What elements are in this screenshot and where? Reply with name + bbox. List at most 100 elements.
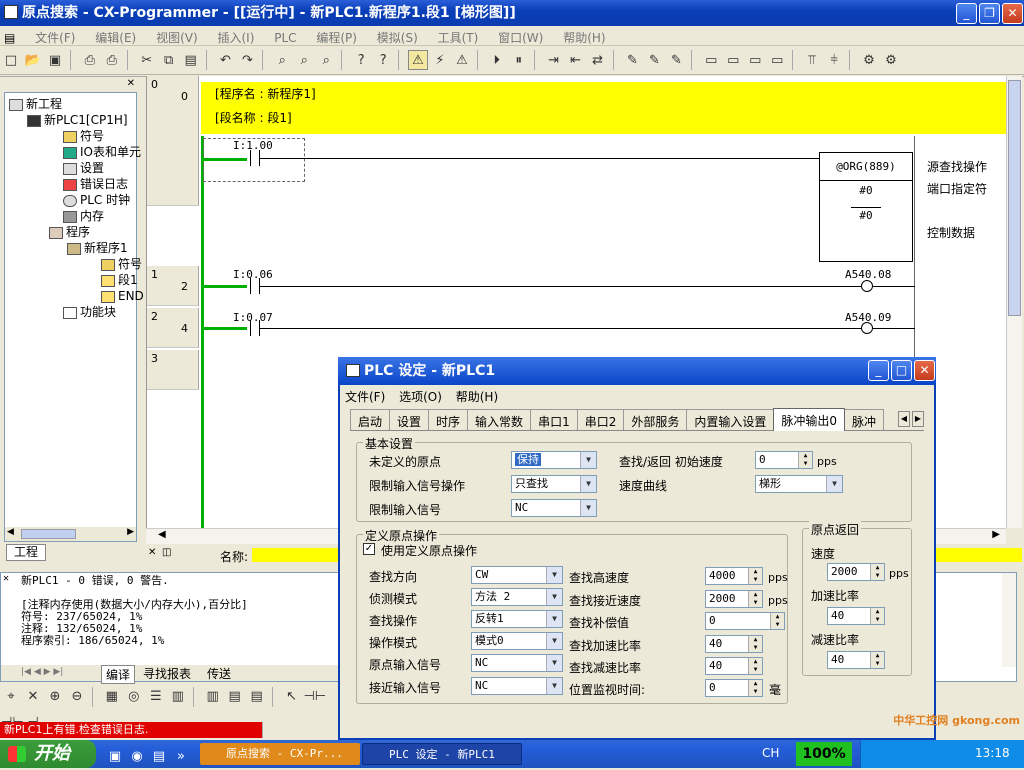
operation-mode-select[interactable]: 模式0 ▼ (471, 632, 563, 650)
close-icon[interactable]: ✕ (3, 573, 9, 584)
mode-debug-icon[interactable]: ▭ (723, 51, 743, 71)
tab-search-report[interactable]: 寻找报表 (139, 665, 195, 682)
tab-scroll-left-icon[interactable]: ◀ (898, 411, 910, 427)
table-icon[interactable]: ▤ (225, 687, 245, 707)
dialog-menu-file[interactable]: 文件(F) (340, 385, 390, 408)
speed-curve-select[interactable]: 梯形 ▼ (755, 475, 843, 493)
folder-icon[interactable]: ▤ (149, 747, 169, 767)
force-off-icon[interactable]: ⫩ (824, 51, 844, 71)
mode-run-icon[interactable]: ▭ (767, 51, 787, 71)
menu-file[interactable]: 文件(F) (27, 26, 83, 46)
menu-window[interactable]: 窗口(W) (490, 26, 551, 46)
online-icon[interactable]: ⚡ (430, 51, 450, 71)
menu-edit[interactable]: 编辑(E) (87, 26, 144, 46)
zoom-level[interactable]: 100% (796, 742, 852, 766)
start-button[interactable]: 开始 (0, 740, 96, 768)
tree-item-program-symbols[interactable]: 符号 (101, 257, 142, 271)
tree-item-plc[interactable]: 新PLC1[CP1H] (27, 113, 128, 127)
dialog-close-button[interactable]: ✕ (914, 360, 935, 381)
ladder-vscrollbar[interactable] (1006, 76, 1022, 528)
grid-icon[interactable]: ▦ (102, 687, 122, 707)
compensation-input[interactable]: 0 ▲ ▼ (705, 612, 785, 630)
tree-item-programs[interactable]: 程序 (49, 225, 90, 239)
zoom-out-icon[interactable]: ⊖ (67, 687, 87, 707)
list-icon[interactable]: ☰ (146, 687, 166, 707)
new-icon[interactable]: □ (1, 51, 21, 71)
find-icon[interactable]: ⌕ (272, 51, 292, 71)
menu-program[interactable]: 编程(P) (308, 26, 365, 46)
tree-item-error-log[interactable]: 错误日志 (63, 177, 128, 191)
dialog-menu-options[interactable]: 选项(O) (394, 385, 447, 408)
redo-icon[interactable]: ↷ (237, 51, 257, 71)
online-edit-icon[interactable]: ✎ (622, 51, 642, 71)
contact-no-icon[interactable]: ⊣⊢ (303, 687, 326, 707)
media-icon[interactable]: ◉ (127, 747, 147, 767)
tree-item-io-table[interactable]: IO表和单元 (63, 145, 141, 159)
menu-help[interactable]: 帮助(H) (555, 26, 613, 46)
return-dec-input[interactable]: 40 ▲ ▼ (827, 651, 885, 669)
monitor-icon[interactable]: ⚠ (452, 51, 472, 71)
menu-plc[interactable]: PLC (266, 28, 304, 45)
tree-item-symbols[interactable]: 符号 (63, 129, 104, 143)
menu-simulate[interactable]: 模拟(S) (369, 26, 426, 46)
compare-icon[interactable]: ⇄ (588, 51, 608, 71)
close-button[interactable]: ✕ (1002, 3, 1023, 24)
tree-item-project[interactable]: 新工程 (9, 97, 62, 111)
copy-icon[interactable]: ⧉ (159, 51, 179, 71)
dialog-menu-help[interactable]: 帮助(H) (451, 385, 503, 408)
tree-item-clock[interactable]: PLC 时钟 (63, 193, 130, 207)
tab-serial1[interactable]: 串口1 (530, 409, 578, 430)
app-icon[interactable] (4, 5, 18, 19)
pause-icon[interactable]: ⏸ (509, 51, 529, 71)
search-dec-input[interactable]: 40 ▲ ▼ (705, 657, 763, 675)
tool-icon[interactable]: ✕ (23, 687, 43, 707)
warning-icon[interactable]: ⚠ (407, 50, 428, 70)
tree-item-memory[interactable]: 内存 (63, 209, 104, 223)
pin-icon[interactable]: ◫ (162, 547, 171, 558)
online-edit-cancel-icon[interactable]: ✎ (666, 51, 686, 71)
rung-header-3[interactable]: 3 (147, 350, 199, 390)
tab-timings[interactable]: 时序 (428, 409, 469, 430)
tab-builtin-input[interactable]: 内置输入设置 (686, 409, 775, 430)
undo-icon[interactable]: ↶ (215, 51, 235, 71)
dialog-maximize-button[interactable]: □ (891, 360, 912, 381)
restore-button[interactable]: ❐ (979, 3, 1000, 24)
rung-header-0[interactable]: 00 (147, 76, 199, 206)
tree-item-end[interactable]: END (101, 289, 144, 303)
print-icon[interactable]: ⎙ (102, 51, 122, 71)
open-icon[interactable]: 📂 (23, 51, 43, 71)
tab-startup[interactable]: 启动 (350, 409, 391, 430)
help-icon[interactable]: ? (351, 51, 371, 71)
zoom-in-icon[interactable]: ⊕ (45, 687, 65, 707)
search-operation-select[interactable]: 反转1 ▼ (471, 610, 563, 628)
find-replace-icon[interactable]: ⌕ (294, 51, 314, 71)
tree-item-section1[interactable]: 段1 (101, 273, 138, 287)
search-direction-select[interactable]: CW ▼ (471, 566, 563, 584)
tab-peripheral-service[interactable]: 外部服务 (623, 409, 688, 430)
tab-serial2[interactable]: 串口2 (576, 409, 625, 430)
pointer-icon[interactable]: ↖ (281, 687, 301, 707)
ime-indicator[interactable]: CH (762, 746, 779, 760)
explorer-icon[interactable]: ▣ (105, 747, 125, 767)
return-speed-input[interactable]: 2000 ▲ ▼ (827, 563, 885, 581)
transfer-from-plc-icon[interactable]: ⇤ (566, 51, 586, 71)
save-icon[interactable]: ▣ (45, 51, 65, 71)
undefined-origin-select[interactable]: 保持 ▼ (511, 451, 597, 469)
context-help-icon[interactable]: ? (373, 51, 393, 71)
tab-pulse-output1[interactable]: 脉冲 (844, 409, 885, 430)
comment-icon[interactable]: ◎ (124, 687, 144, 707)
init-speed-input[interactable]: 0 ▲ ▼ (755, 451, 813, 469)
select-icon[interactable]: ⌖ (1, 687, 21, 707)
layers-icon[interactable]: ▤ (247, 687, 267, 707)
menu-view[interactable]: 视图(V) (148, 26, 206, 46)
monitor-time-input[interactable]: 0 ▲ ▼ (705, 679, 763, 697)
minimize-button[interactable]: _ (956, 3, 977, 24)
more-icon[interactable]: » (171, 747, 191, 767)
menu-tools[interactable]: 工具(T) (430, 26, 487, 46)
proximity-signal-select[interactable]: NC ▼ (471, 677, 563, 695)
search-icon[interactable]: ⌕ (316, 51, 336, 71)
force-on-icon[interactable]: ⫪ (802, 51, 822, 71)
tab-scroll-right-icon[interactable]: ▶ (912, 411, 924, 427)
tree-close-icon[interactable]: ✕ (127, 78, 135, 89)
rung-header-2[interactable]: 24 (147, 308, 199, 348)
